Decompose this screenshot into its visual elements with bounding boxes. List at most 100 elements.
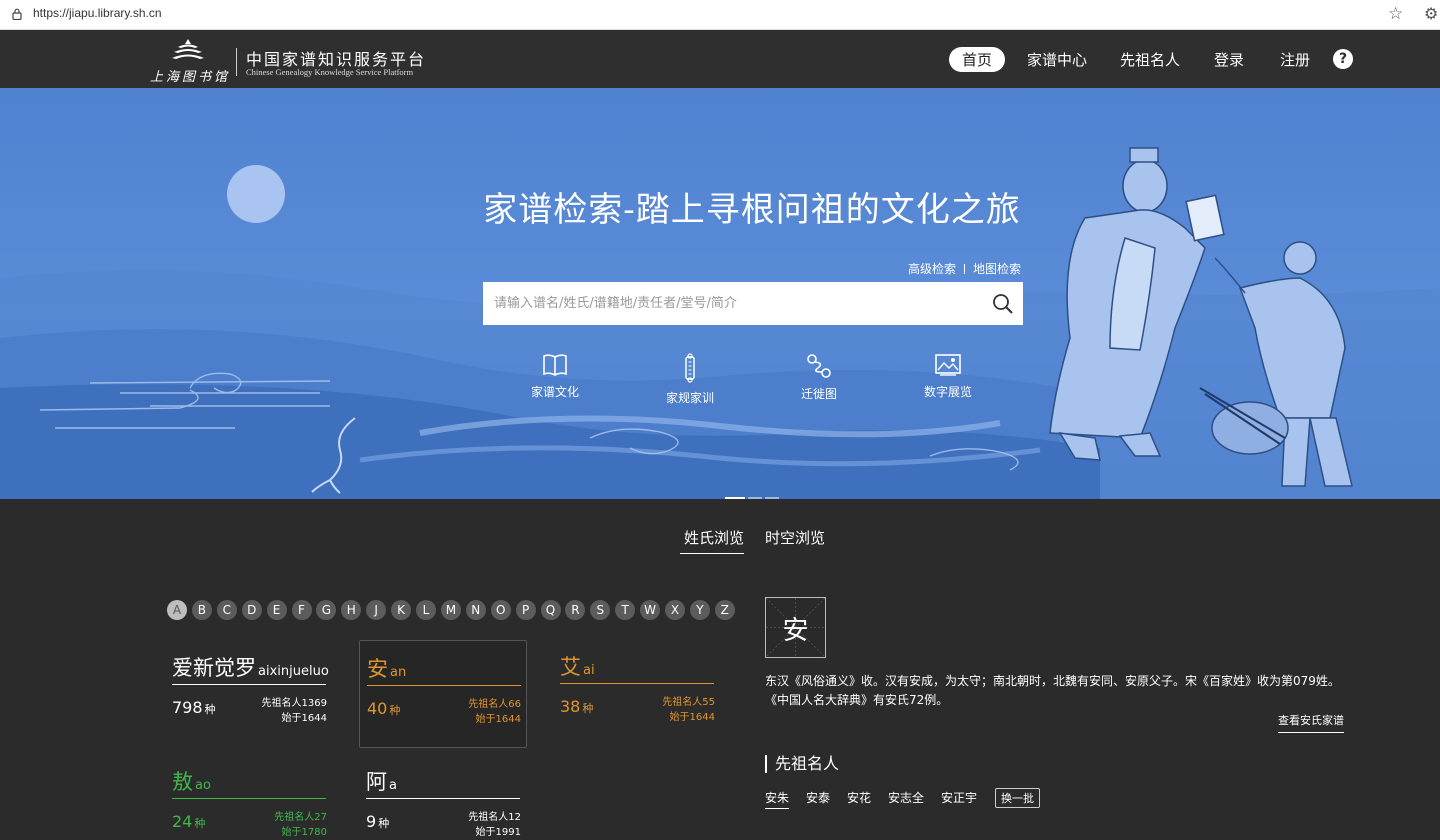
- nav-genealogy-center[interactable]: 家谱中心: [1027, 49, 1087, 70]
- bookmark-star-icon[interactable]: ☆: [1388, 4, 1403, 24]
- carousel-dot[interactable]: [748, 497, 762, 499]
- carousel-dot[interactable]: [725, 497, 745, 499]
- nav-home[interactable]: 首页: [949, 47, 1006, 72]
- letter-f-button[interactable]: F: [291, 600, 312, 620]
- extensions-icon[interactable]: ⚙: [1424, 4, 1438, 23]
- surname-meta: 先祖名人1369 始于1644: [261, 698, 327, 724]
- letter-a-button[interactable]: A: [167, 600, 187, 620]
- surname-character-box: 安: [765, 597, 826, 658]
- letter-j-button[interactable]: J: [366, 600, 387, 620]
- surname-name: 阿a: [366, 770, 397, 794]
- help-icon[interactable]: ?: [1333, 49, 1353, 69]
- card-inner: 安 an 40 种 先祖名人66 始于1644: [367, 653, 521, 733]
- surname-character: 安: [782, 616, 809, 646]
- card-divider: [367, 685, 521, 686]
- surname-card[interactable]: 艾 ai 38 种 先祖名人55 始于1644: [560, 651, 715, 755]
- genealogy-count: 798 种: [172, 698, 216, 717]
- quick-link-label: 迁徙图: [800, 387, 837, 401]
- search-icon[interactable]: [992, 293, 1014, 315]
- quick-link-genealogy-culture[interactable]: 家谱文化: [500, 353, 610, 400]
- letter-o-button[interactable]: O: [490, 600, 511, 620]
- letter-q-button[interactable]: Q: [540, 600, 561, 620]
- url-text[interactable]: https://jiapu.library.sh.cn: [33, 6, 162, 20]
- letter-c-button[interactable]: C: [216, 600, 237, 620]
- platform-title-en: Chinese Genealogy Knowledge Service Plat…: [246, 67, 414, 77]
- logo-divider: [236, 48, 237, 76]
- active-tab-underline: [680, 553, 744, 554]
- letter-l-button[interactable]: L: [416, 600, 436, 620]
- letter-r-button[interactable]: R: [565, 600, 586, 620]
- ancestor-link[interactable]: 安志全: [888, 789, 924, 806]
- surname-meta: 先祖名人55 始于1644: [662, 697, 715, 723]
- search-mode-links: 高级检索 地图检索: [908, 260, 1021, 277]
- card-divider: [172, 798, 326, 799]
- surname-meta: 先祖名人66 始于1644: [468, 699, 521, 725]
- letter-w-button[interactable]: W: [640, 600, 661, 620]
- advanced-search-link[interactable]: 高级检索: [908, 262, 956, 276]
- nav-register[interactable]: 注册: [1280, 49, 1310, 70]
- book-icon: [543, 354, 567, 376]
- letter-d-button[interactable]: D: [241, 600, 262, 620]
- search-box: [483, 282, 1023, 325]
- view-genealogy-link[interactable]: 查看安氏家谱: [1278, 712, 1344, 733]
- card-divider: [172, 684, 326, 685]
- ancestor-link[interactable]: 安泰: [806, 789, 830, 806]
- route-icon: [807, 354, 831, 378]
- ancestor-link[interactable]: 安正宇: [941, 789, 977, 806]
- carousel-dot[interactable]: [765, 497, 779, 499]
- site-header: 上海图书馆 中国家谱知识服务平台 Chinese Genealogy Knowl…: [0, 30, 1440, 88]
- letter-b-button[interactable]: B: [191, 600, 212, 620]
- surname-card[interactable]: 爱新觉罗 aixinjueluo 798 种 先祖名人1369 始于1644: [172, 652, 329, 756]
- surname-meta: 先祖名人12 始于1991: [468, 812, 521, 838]
- genealogy-count: 24 种: [172, 812, 206, 831]
- letter-p-button[interactable]: P: [515, 600, 536, 620]
- refresh-ancestors-button[interactable]: 换一批: [995, 788, 1040, 808]
- library-pagoda-icon: [172, 39, 204, 59]
- letter-x-button[interactable]: X: [665, 600, 685, 620]
- genealogy-count: 38 种: [560, 697, 594, 716]
- surname-name: 敖 ao: [172, 770, 211, 794]
- search-input[interactable]: [483, 282, 983, 325]
- tab-surname-browse[interactable]: 姓氏浏览: [684, 527, 744, 548]
- surname-card[interactable]: 阿a 9种 先祖名人12 始于1991: [366, 766, 521, 838]
- scroll-icon: [685, 353, 695, 383]
- quick-link-label: 家规家训: [665, 391, 714, 405]
- image-gallery-icon: [935, 354, 961, 376]
- ancestor-link[interactable]: 安朱: [765, 789, 790, 809]
- surname-name: 艾 ai: [560, 655, 595, 679]
- site-logo[interactable]: 上海图书馆 中国家谱知识服务平台 Chinese Genealogy Knowl…: [150, 36, 440, 85]
- hero-banner: 家谱检索-踏上寻根问祖的文化之旅 高级检索 地图检索 家谱文化 家规家训: [0, 88, 1440, 499]
- nav-login[interactable]: 登录: [1214, 49, 1244, 70]
- tab-spacetime-browse[interactable]: 时空浏览: [765, 527, 825, 548]
- quick-link-family-rules[interactable]: 家规家训: [635, 353, 745, 406]
- map-search-link[interactable]: 地图检索: [973, 262, 1021, 276]
- letter-e-button[interactable]: E: [266, 600, 287, 620]
- card-divider: [366, 798, 520, 799]
- letter-s-button[interactable]: S: [590, 600, 611, 620]
- letter-z-button[interactable]: Z: [714, 600, 735, 620]
- quick-link-label: 数字展览: [923, 385, 972, 399]
- letter-k-button[interactable]: K: [391, 600, 412, 620]
- letter-t-button[interactable]: T: [615, 600, 636, 620]
- ancestor-link[interactable]: 安花: [847, 789, 871, 806]
- quick-link-migration-map[interactable]: 迁徙图: [764, 353, 874, 402]
- letter-m-button[interactable]: M: [440, 600, 461, 620]
- library-name: 上海图书馆: [150, 70, 231, 85]
- link-divider: [964, 264, 966, 274]
- surname-name: 爱新觉罗 aixinjueluo: [172, 656, 329, 680]
- surname-card-selected[interactable]: 安 an 40 种 先祖名人66 始于1644: [359, 640, 527, 748]
- browser-address-bar[interactable]: https://jiapu.library.sh.cn ☆ ⚙: [0, 0, 1440, 30]
- carousel-indicators: [725, 485, 782, 499]
- genealogy-count: 9种: [366, 812, 390, 831]
- ancestors-heading: 先祖名人: [765, 755, 839, 773]
- nav-ancestors[interactable]: 先祖名人: [1120, 49, 1180, 70]
- lock-icon: [12, 8, 22, 20]
- letter-h-button[interactable]: H: [341, 600, 362, 620]
- genealogy-count: 40 种: [367, 699, 401, 718]
- surname-card[interactable]: 敖 ao 24 种 先祖名人27 始于1780: [172, 766, 327, 838]
- surname-meta: 先祖名人27 始于1780: [274, 812, 327, 838]
- letter-n-button[interactable]: N: [465, 600, 486, 620]
- quick-link-digital-exhibition[interactable]: 数字展览: [893, 353, 1003, 400]
- letter-g-button[interactable]: G: [316, 600, 337, 620]
- letter-y-button[interactable]: Y: [689, 600, 710, 620]
